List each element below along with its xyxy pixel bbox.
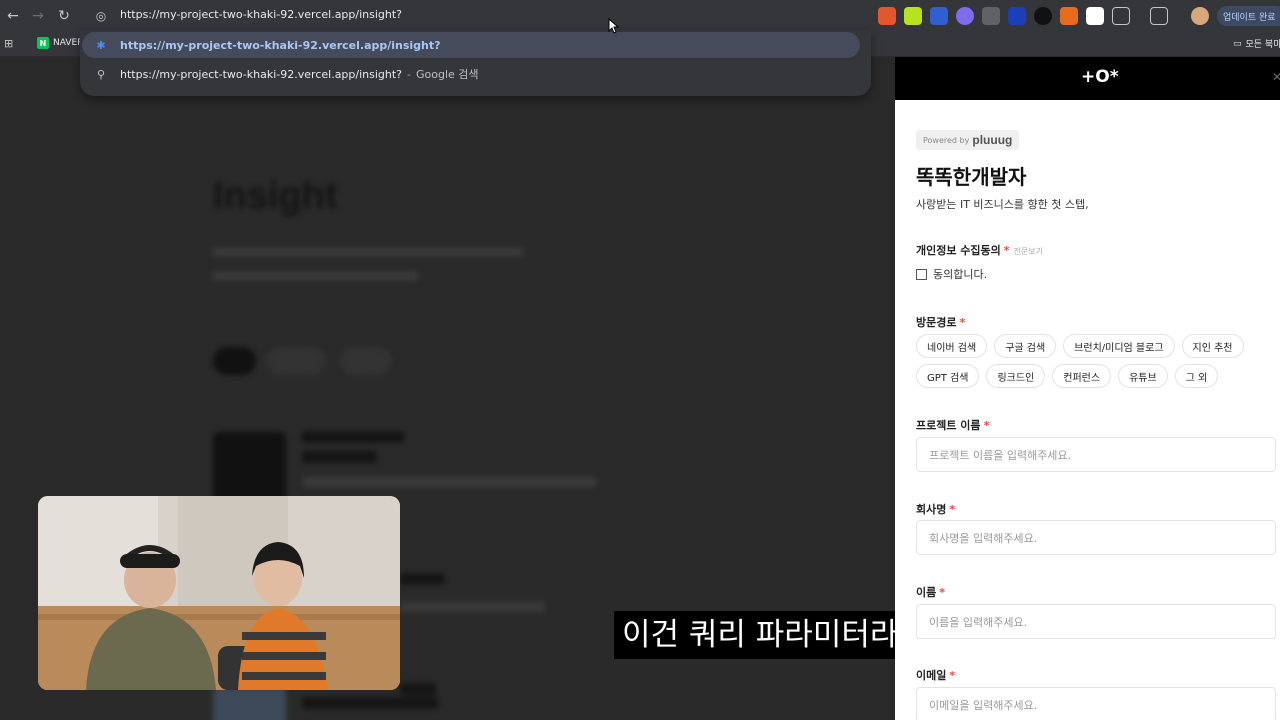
source-label: 방문경로 * bbox=[916, 314, 965, 330]
mouse-cursor-icon bbox=[608, 18, 620, 34]
brand-logo: +O* bbox=[1081, 67, 1119, 87]
profile-avatar[interactable] bbox=[1191, 7, 1209, 25]
filter-pill[interactable] bbox=[266, 347, 326, 375]
project-name-input[interactable]: 프로젝트 이름을 입력해주세요. bbox=[916, 437, 1276, 472]
source-chip[interactable]: 유튜브 bbox=[1118, 364, 1168, 388]
camera-icon[interactable] bbox=[982, 7, 1000, 25]
source-chip[interactable]: 지인 추천 bbox=[1181, 334, 1244, 358]
webcam-overlay bbox=[38, 496, 400, 690]
bookmark-naver-label: NAVER bbox=[53, 38, 84, 48]
agree-checkbox[interactable] bbox=[916, 268, 927, 280]
email-label: 이메일 * bbox=[916, 667, 955, 683]
name-input[interactable]: 이름을 입력해주세요. bbox=[916, 604, 1276, 639]
suggestion-text: https://my-project-two-khaki-92.vercel.a… bbox=[120, 38, 441, 52]
company-name-input[interactable]: 회사명을 입력해주세요. bbox=[916, 520, 1276, 555]
form-title: 똑똑한개발자 bbox=[916, 165, 1027, 189]
webcam-image bbox=[38, 496, 400, 690]
email-label-text: 이메일 bbox=[916, 669, 947, 682]
privacy-label-text: 개인정보 수집동의 bbox=[916, 244, 1001, 257]
article-summary-line bbox=[400, 602, 545, 612]
agree-checkbox-row[interactable]: 동의합니다. bbox=[916, 266, 987, 282]
required-mark: * bbox=[949, 669, 956, 682]
article-thumbnail[interactable] bbox=[213, 687, 286, 720]
cast-icon[interactable] bbox=[1150, 7, 1168, 25]
company-label: 회사명 * bbox=[916, 501, 955, 517]
search-icon: ⚲ bbox=[96, 67, 106, 81]
powered-prefix: Powered by bbox=[923, 135, 970, 145]
required-mark: * bbox=[939, 586, 946, 599]
required-mark: * bbox=[949, 503, 956, 516]
article-title-line bbox=[302, 697, 438, 709]
apps-grid-icon[interactable]: ⊞ bbox=[4, 37, 13, 50]
extensions-bar bbox=[878, 7, 1168, 25]
email-input[interactable]: 이메일을 입력해주세요. bbox=[916, 687, 1276, 720]
company-label-text: 회사명 bbox=[916, 503, 947, 516]
name-label: 이름 * bbox=[916, 584, 945, 600]
filter-pill[interactable] bbox=[213, 347, 256, 375]
site-info-icon[interactable]: ◎ bbox=[92, 7, 110, 25]
folder-icon: ▭ bbox=[1233, 38, 1242, 49]
source-chips-row: 네이버 검색 구글 검색 브런치/미디엄 블로그 지인 추천 bbox=[916, 334, 1244, 358]
triangle-icon[interactable] bbox=[1034, 7, 1052, 25]
forward-arrow-icon[interactable]: → bbox=[28, 6, 48, 26]
address-bar-input[interactable]: https://my-project-two-khaki-92.vercel.a… bbox=[120, 8, 402, 21]
suggestion-search[interactable]: ⚲ https://my-project-two-khaki-92.vercel… bbox=[82, 61, 860, 87]
snowflake-favicon-icon: ✱ bbox=[96, 38, 106, 52]
page-title: Insight bbox=[213, 175, 338, 217]
source-chip[interactable]: 구글 검색 bbox=[994, 334, 1057, 358]
update-button[interactable]: 업데이트 완료 bbox=[1217, 6, 1280, 26]
source-label-text: 방문경로 bbox=[916, 316, 957, 329]
lime-icon[interactable] bbox=[904, 7, 922, 25]
naver-icon: N bbox=[37, 37, 49, 49]
suggestion-url[interactable]: ✱ https://my-project-two-khaki-92.vercel… bbox=[82, 32, 860, 58]
browser-toolbar: ← → ↻ ◎ https://my-project-two-khaki-92.… bbox=[0, 0, 1280, 32]
flame-icon[interactable] bbox=[1060, 7, 1078, 25]
inquiry-form-panel: +O* ✕ Powered by pluuug 똑똑한개발자 사랑받는 IT 비… bbox=[895, 57, 1280, 720]
article-title-line bbox=[302, 431, 404, 443]
shield-icon[interactable] bbox=[930, 7, 948, 25]
article-title-line bbox=[302, 451, 377, 463]
stats-icon[interactable] bbox=[1008, 7, 1026, 25]
powered-by-badge: Powered by pluuug bbox=[916, 130, 1020, 150]
cloud-icon[interactable] bbox=[956, 7, 974, 25]
filter-pill[interactable] bbox=[340, 347, 392, 375]
suggestion-separator: - bbox=[407, 67, 412, 81]
privacy-view-link[interactable]: 전문보기 bbox=[1014, 247, 1043, 256]
reload-icon[interactable]: ↻ bbox=[54, 6, 74, 26]
suggestion-text: https://my-project-two-khaki-92.vercel.a… bbox=[120, 67, 403, 81]
all-bookmarks-label: 모든 북마 bbox=[1245, 40, 1280, 50]
article-summary-line bbox=[302, 477, 597, 487]
all-bookmarks[interactable]: ▭ 모든 북마 bbox=[1233, 37, 1280, 51]
required-mark: * bbox=[983, 419, 990, 432]
source-chip[interactable]: 컨퍼런스 bbox=[1052, 364, 1112, 388]
page-description-line bbox=[213, 271, 418, 281]
source-chip[interactable]: 그 외 bbox=[1174, 364, 1219, 388]
article-title-line bbox=[400, 573, 445, 585]
project-label-text: 프로젝트 이름 bbox=[916, 419, 981, 432]
agree-label: 동의합니다. bbox=[933, 268, 988, 281]
back-arrow-icon[interactable]: ← bbox=[3, 6, 23, 26]
suggestion-subtext: Google 검색 bbox=[416, 68, 479, 81]
powered-brand: pluuug bbox=[972, 133, 1013, 147]
source-chip[interactable]: 네이버 검색 bbox=[916, 334, 988, 358]
article-title-line bbox=[400, 683, 436, 695]
source-chip[interactable]: GPT 검색 bbox=[916, 364, 980, 388]
notion-icon[interactable] bbox=[1086, 7, 1104, 25]
omnibox-dropdown: ✱ https://my-project-two-khaki-92.vercel… bbox=[80, 30, 871, 96]
source-chips-row: GPT 검색 링크드인 컨퍼런스 유튜브 그 외 bbox=[916, 364, 1219, 388]
close-icon[interactable]: ✕ bbox=[1272, 70, 1280, 84]
name-label-text: 이름 bbox=[916, 586, 937, 599]
form-subtitle: 사랑받는 IT 비즈니스를 향한 첫 스텝, bbox=[916, 198, 1089, 211]
page-description-line bbox=[213, 247, 523, 257]
source-chip[interactable]: 브런치/미디엄 블로그 bbox=[1063, 334, 1175, 358]
required-mark: * bbox=[1003, 244, 1010, 257]
puzzle-icon[interactable] bbox=[1112, 7, 1130, 25]
required-mark: * bbox=[959, 316, 966, 329]
panel-header: +O* ✕ bbox=[895, 57, 1280, 100]
fox-icon[interactable] bbox=[878, 7, 896, 25]
source-chip[interactable]: 링크드인 bbox=[986, 364, 1046, 388]
project-label: 프로젝트 이름 * bbox=[916, 417, 989, 433]
bookmark-naver[interactable]: N NAVER bbox=[37, 37, 83, 49]
privacy-label: 개인정보 수집동의 * 전문보기 bbox=[916, 242, 1043, 258]
